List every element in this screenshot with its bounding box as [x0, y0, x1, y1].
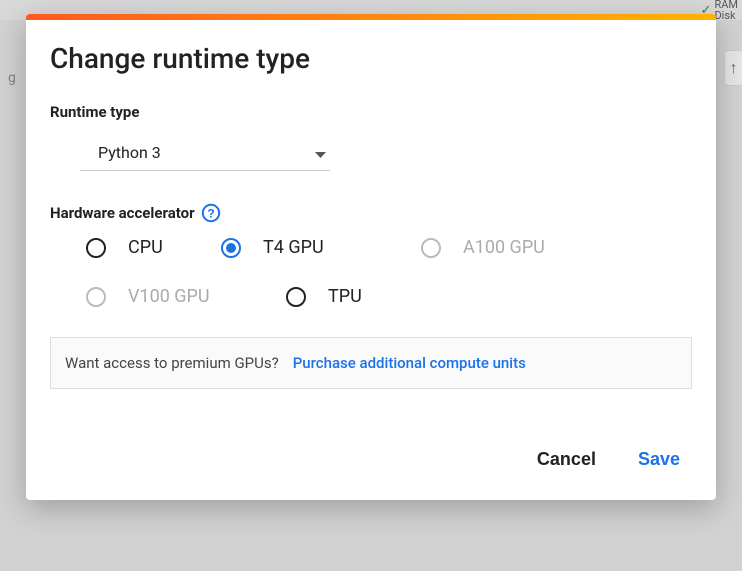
- modal-content: Change runtime type Runtime type Python …: [26, 20, 716, 389]
- runtime-type-value: Python 3: [98, 143, 161, 162]
- accelerator-radio-group: CPU T4 GPU A100 GPU V100 GPU TPU: [86, 237, 692, 307]
- radio-icon: [86, 238, 106, 258]
- cancel-button[interactable]: Cancel: [533, 443, 600, 476]
- runtime-type-label: Runtime type: [50, 103, 692, 121]
- premium-gpu-banner: Want access to premium GPUs? Purchase ad…: [50, 337, 692, 389]
- svg-text:?: ?: [207, 207, 214, 221]
- premium-gpu-text: Want access to premium GPUs?: [65, 354, 279, 372]
- save-button[interactable]: Save: [634, 443, 684, 476]
- radio-label: A100 GPU: [463, 237, 545, 258]
- accelerator-radio-t4[interactable]: T4 GPU: [221, 237, 421, 258]
- radio-label: TPU: [328, 286, 362, 307]
- runtime-type-select[interactable]: Python 3: [80, 135, 330, 171]
- radio-icon: [86, 287, 106, 307]
- help-icon[interactable]: ?: [201, 203, 221, 223]
- radio-icon: [421, 238, 441, 258]
- accelerator-radio-cpu[interactable]: CPU: [86, 237, 221, 258]
- purchase-compute-link[interactable]: Purchase additional compute units: [293, 354, 526, 372]
- hardware-accelerator-label: Hardware accelerator ?: [50, 203, 692, 223]
- chevron-down-icon: [315, 143, 326, 162]
- accelerator-radio-v100: V100 GPU: [86, 286, 286, 307]
- radio-label: V100 GPU: [128, 286, 210, 307]
- modal-actions: Cancel Save: [26, 443, 716, 476]
- radio-label: CPU: [128, 237, 163, 258]
- hardware-accelerator-text: Hardware accelerator: [50, 204, 195, 222]
- radio-icon: [286, 287, 306, 307]
- accelerator-radio-tpu[interactable]: TPU: [286, 286, 486, 307]
- radio-icon: [221, 238, 241, 258]
- runtime-type-modal: Change runtime type Runtime type Python …: [26, 14, 716, 500]
- radio-label: T4 GPU: [263, 237, 324, 258]
- modal-title: Change runtime type: [50, 42, 692, 75]
- accelerator-radio-a100: A100 GPU: [421, 237, 621, 258]
